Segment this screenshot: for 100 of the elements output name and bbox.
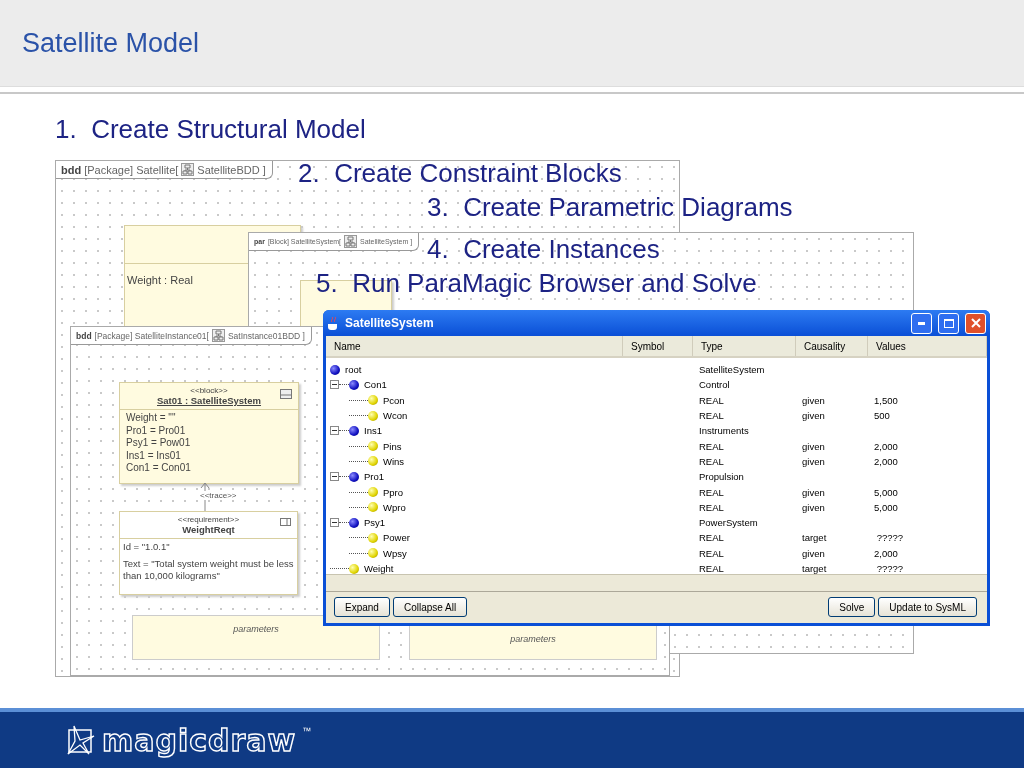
tree-item[interactable]: Power — [383, 532, 410, 544]
column-header[interactable]: Causality — [796, 336, 868, 356]
property-text: Text = "Total system weight must be less than 10,000 kilograms" — [122, 556, 295, 583]
table-cell-text: REAL — [698, 486, 725, 498]
object-node-icon — [349, 379, 359, 390]
table-cell-text: ????? — [875, 532, 905, 544]
tree-item[interactable]: root — [345, 364, 362, 376]
table-cell-text: given — [801, 410, 826, 422]
toolbar-button[interactable]: Expand — [334, 597, 390, 617]
slot-text: Ins1 = Ins01 — [125, 449, 182, 462]
table-cell-text: given — [801, 501, 826, 513]
parameter-node-icon — [368, 487, 378, 497]
diagram-kind: bdd — [76, 330, 92, 341]
column-header[interactable]: Type — [693, 336, 796, 356]
tree-item[interactable]: Wins — [383, 455, 405, 467]
trademark-sign: ™ — [302, 726, 312, 736]
tree-item[interactable]: Wcon — [383, 410, 408, 422]
parameter-node-icon — [368, 532, 378, 543]
table-cell-text: 2,000 — [873, 547, 899, 559]
close-button[interactable] — [965, 312, 986, 334]
parameter-node-icon — [368, 548, 378, 559]
table-cell-text: SatelliteSystem — [698, 364, 766, 376]
slot-text: Pro1 = Pro01 — [125, 424, 187, 437]
column-header[interactable]: Values — [868, 336, 987, 356]
collapse-toggle[interactable] — [330, 472, 339, 482]
toolbar-button[interactable]: Collapse All — [392, 597, 468, 617]
tree-item[interactable]: Con1 — [364, 379, 387, 391]
tree-item[interactable]: Weight — [364, 563, 394, 574]
table-cell-text: PowerSystem — [698, 517, 759, 529]
requirement-name: WeightReqt — [182, 524, 235, 535]
tree-item[interactable]: Ins1 — [364, 425, 382, 437]
step-text: 4. Create Instances — [427, 234, 660, 265]
table-cell-text: REAL — [698, 501, 725, 513]
maximize-icon — [943, 318, 954, 328]
column-header[interactable]: Symbol — [623, 336, 693, 356]
step-text: 1. Create Structural Model — [55, 114, 366, 145]
minimize-button[interactable] — [911, 312, 932, 334]
table-cell-text: target — [801, 532, 828, 544]
table-cell-text: given — [801, 486, 826, 498]
maximize-button[interactable] — [938, 312, 959, 334]
table-cell-text: Control — [698, 379, 731, 391]
tree-item[interactable]: Ppro — [383, 486, 404, 498]
table-cell-text: REAL — [698, 455, 725, 467]
table-cell-text: REAL — [698, 410, 725, 422]
tree-item[interactable]: Wpsy — [383, 547, 407, 559]
slide-title: Satellite Model — [22, 27, 200, 59]
stereotype-text: <<requirement>> — [177, 515, 240, 524]
table-cell-text: REAL — [698, 547, 725, 559]
parameter-node-icon — [368, 441, 378, 452]
requirement-icon — [280, 518, 291, 526]
tree-item[interactable]: Pins — [383, 440, 402, 452]
table-cell-text: REAL — [698, 440, 725, 452]
minus-icon — [332, 384, 337, 386]
window-title: SatelliteSystem — [345, 316, 435, 330]
stereotype-text: <<block>> — [190, 386, 228, 395]
table-cell-text: REAL — [698, 532, 725, 544]
toolbar-button[interactable]: Update to SysML — [878, 597, 977, 617]
object-node-icon — [349, 471, 359, 482]
column-header[interactable]: Name — [326, 336, 623, 356]
tree-item[interactable]: Pro1 — [364, 471, 385, 483]
collapse-toggle[interactable] — [330, 518, 339, 528]
diagram-name: SatelliteBDD ] — [197, 163, 266, 176]
minus-icon — [332, 430, 337, 432]
object-node-icon — [330, 364, 340, 375]
slot-text: Weight = "" — [125, 412, 177, 425]
diagram-context: [Package] Satellite[ — [84, 163, 179, 176]
table-cell-text: REAL — [698, 394, 725, 406]
table-cell-text: ????? — [875, 563, 905, 574]
table-cell-text: 2,000 — [873, 455, 899, 467]
minus-icon — [332, 522, 337, 524]
diagram-kind: bdd — [61, 163, 82, 176]
minimize-icon — [918, 321, 925, 325]
tree-item[interactable]: Wpro — [383, 501, 406, 513]
toolbar-button[interactable]: Solve — [828, 597, 876, 617]
collapse-toggle[interactable] — [330, 380, 339, 390]
table-cell-text: target — [801, 563, 828, 574]
trace-label: <<trace>> — [200, 491, 237, 500]
compartment-label: parameters — [510, 634, 556, 646]
table-cell-text: 5,000 — [873, 501, 899, 513]
slot-text: Psy1 = Pow01 — [125, 437, 192, 450]
diagram-context: [Package] SatelliteInstance01[ — [94, 330, 209, 341]
table-cell-text: Propulsion — [698, 471, 745, 483]
logo-text: magicdraw — [102, 722, 297, 758]
table-cell-text: REAL — [698, 563, 725, 574]
tree-item[interactable]: Pcon — [383, 394, 405, 406]
table-cell-text: given — [801, 440, 826, 452]
slot-text: Con1 = Con01 — [125, 462, 192, 475]
step-text: 2. Create Constraint Blocks — [298, 158, 622, 189]
table-cell-text: given — [801, 455, 826, 467]
table-cell-text: given — [801, 394, 826, 406]
tree-item[interactable]: Psy1 — [364, 517, 386, 529]
collapse-toggle[interactable] — [330, 426, 339, 436]
instance-name: Sat01 : SatelliteSystem — [157, 395, 261, 406]
parameter-node-icon — [368, 502, 378, 513]
step-text: 3. Create Parametric Diagrams — [427, 192, 793, 223]
minus-icon — [332, 476, 337, 478]
parameter-node-icon — [349, 563, 359, 574]
parameter-node-icon — [368, 456, 378, 467]
table-cell-text: Instruments — [698, 425, 750, 437]
object-node-icon — [349, 517, 359, 528]
